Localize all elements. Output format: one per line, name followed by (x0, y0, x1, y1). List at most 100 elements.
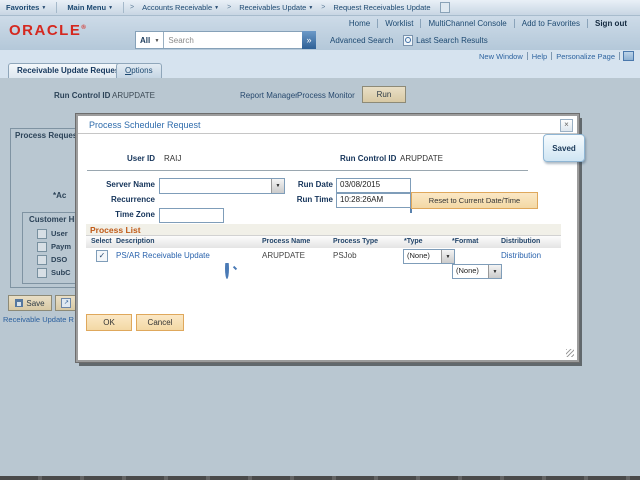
breadcrumb-item-label: Accounts Receivable (142, 3, 213, 12)
breadcrumb-page-icon[interactable] (439, 2, 450, 13)
chevron-down-icon: ▼ (441, 250, 454, 263)
last-search-results-icon (403, 35, 414, 46)
divider (619, 52, 620, 60)
close-icon[interactable]: × (560, 119, 573, 132)
col-format: *Format (452, 238, 479, 245)
chevron-down-icon: ▼ (488, 265, 501, 278)
search-scope-label: All (140, 35, 151, 45)
breadcrumb: Favorites ▼ Main Menu ▼ > Accounts Receiva… (0, 0, 640, 16)
breadcrumb-separator-icon: > (321, 4, 326, 11)
user-checkbox-label: User (51, 229, 68, 238)
process-type-value: PSJob (333, 251, 357, 260)
process-monitor-link[interactable]: Process Monitor (297, 91, 355, 100)
saved-button[interactable]: Saved (543, 134, 585, 162)
receivable-update-request-link[interactable]: Receivable Update R (3, 315, 74, 324)
time-zone-input[interactable] (159, 208, 224, 223)
subcustomer-checkbox[interactable] (37, 268, 47, 278)
main-menu[interactable]: Main Menu ▼ (61, 3, 119, 12)
save-icon (15, 299, 24, 307)
col-distribution: Distribution (501, 238, 541, 245)
recurrence-label: Recurrence (110, 195, 155, 204)
type-select[interactable]: (None) ▼ (403, 249, 455, 264)
payment-checkbox-label: Paym (51, 242, 72, 251)
reset-date-time-button[interactable]: Reset to Current Date/Time (411, 192, 538, 209)
bottom-bar (0, 476, 640, 480)
breadcrumb-separator-icon: > (227, 4, 232, 11)
run-time-input[interactable]: 10:28:26AM (336, 193, 411, 208)
return-to-search-icon: ↗ (61, 298, 72, 308)
help-link[interactable]: Help (528, 52, 551, 61)
last-search-results-link[interactable]: Last Search Results (416, 36, 488, 45)
col-description: Description (116, 238, 155, 245)
modal-run-control-id-value: ARUPDATE (400, 154, 443, 163)
tab-options[interactable]: Options (116, 63, 162, 78)
breadcrumb-item-request-receivables-update[interactable]: Request Receivables Update (327, 3, 436, 12)
advanced-search-link[interactable]: Advanced Search (330, 36, 393, 45)
new-window-link[interactable]: New Window (475, 52, 527, 61)
home-link[interactable]: Home (342, 19, 377, 28)
process-name-value: ARUPDATE (262, 251, 305, 260)
worklist-link[interactable]: Worklist (378, 19, 420, 28)
col-process-name: Process Name (262, 238, 311, 245)
user-checkbox[interactable] (37, 229, 47, 239)
modal-title-bar: Process Scheduler Request × (78, 116, 577, 134)
select-checkbox[interactable]: ✓ (96, 250, 108, 262)
accounting-date-label: *Ac (53, 191, 67, 200)
col-process-type: Process Type (333, 238, 379, 245)
format-select[interactable]: (None) ▼ (452, 264, 502, 279)
table-row: ✓ PS/AR Receivable Update ARUPDATE PSJob… (86, 248, 561, 279)
server-name-select[interactable]: ▼ (159, 178, 285, 194)
search-links: Advanced Search Last Search Results (330, 35, 488, 46)
chevron-down-icon: ▼ (154, 37, 160, 44)
process-list-title: Process List (90, 224, 141, 235)
oracle-logo: ORACLE® (9, 22, 88, 39)
personalize-layout-icon[interactable] (623, 51, 634, 61)
tab-bar: Receivable Update Request Options (0, 62, 640, 79)
report-manager-link[interactable]: Report Manager (240, 91, 298, 100)
resize-grip[interactable] (566, 349, 574, 357)
modal-title: Process Scheduler Request (89, 120, 201, 130)
breadcrumb-item-accounts-receivable[interactable]: Accounts Receivable ▼ (136, 3, 225, 12)
process-request-title: Process Request (15, 131, 80, 140)
subcustomer-checkbox-label: SubC (51, 268, 71, 277)
multichannel-console-link[interactable]: MultiChannel Console (421, 19, 513, 28)
distribution-link[interactable]: Distribution (501, 251, 541, 260)
customer-history-title: Customer His (29, 215, 82, 224)
personalize-page-link[interactable]: Personalize Page (552, 52, 619, 61)
run-control-id-value: ARUPDATE (112, 91, 155, 100)
col-type: *Type (404, 238, 423, 245)
run-button[interactable]: Run (362, 86, 406, 103)
divider (87, 170, 528, 171)
favorites-menu[interactable]: Favorites ▼ (0, 3, 52, 12)
chevron-down-icon: ▼ (308, 5, 314, 11)
breadcrumb-item-label: Request Receivables Update (333, 3, 431, 12)
sign-out-link[interactable]: Sign out (588, 19, 634, 28)
run-control-id-label: Run Control ID (54, 91, 111, 100)
ok-button[interactable]: OK (86, 314, 132, 331)
tab-receivable-update-request[interactable]: Receivable Update Request (8, 63, 131, 79)
add-to-favorites-link[interactable]: Add to Favorites (515, 19, 587, 28)
save-button[interactable]: Save (8, 295, 52, 311)
process-list-header: Process List (86, 224, 561, 235)
page-utility-bar: New Window Help Personalize Page (0, 50, 640, 62)
favorites-label: Favorites (6, 3, 40, 12)
search-scope-dropdown[interactable]: All ▼ (136, 36, 163, 45)
search-input[interactable]: Search (164, 36, 302, 45)
header-nav: Home Worklist MultiChannel Console Add t… (342, 19, 634, 28)
breadcrumb-separator-icon: > (130, 4, 135, 11)
process-description-link[interactable]: PS/AR Receivable Update (116, 251, 210, 260)
breadcrumb-item-receivables-update[interactable]: Receivables Update ▼ (233, 3, 319, 12)
cancel-button[interactable]: Cancel (136, 314, 184, 331)
payment-checkbox[interactable] (37, 242, 47, 252)
screen: Favorites ▼ Main Menu ▼ > Accounts Receiva… (0, 0, 640, 480)
search-go-button[interactable]: » (302, 31, 316, 49)
format-select-value: (None) (456, 266, 479, 275)
chevron-down-icon: ▼ (41, 5, 47, 11)
col-select: Select (91, 238, 112, 245)
dso-checkbox[interactable] (37, 255, 47, 265)
save-button-label: Save (26, 298, 45, 308)
server-name-label: Server Name (106, 180, 155, 189)
modal-run-control-id-label: Run Control ID (340, 154, 397, 163)
run-date-input[interactable]: 03/08/2015 (336, 178, 411, 193)
time-zone-label: Time Zone (115, 210, 155, 219)
